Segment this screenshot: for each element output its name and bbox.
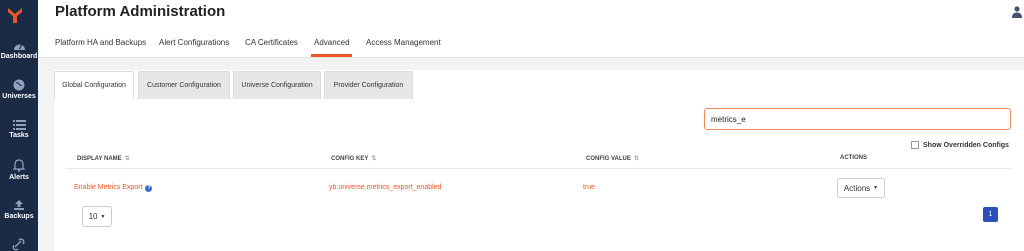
sidebar-item-dashboard[interactable]: Dashboard: [0, 40, 38, 60]
sidebar-item-alerts[interactable]: Alerts: [0, 159, 38, 181]
show-overridden-toggle[interactable]: Show Overridden Configs: [911, 141, 1009, 149]
table-divider: [66, 168, 1011, 169]
tab-universe-configuration[interactable]: Universe Configuration: [233, 71, 321, 99]
sidebar-item-universes[interactable]: Universes: [0, 79, 38, 100]
sidebar-item-label: Dashboard: [0, 53, 38, 60]
link-icon[interactable]: [12, 238, 25, 251]
user-icon[interactable]: [1012, 6, 1022, 18]
table-row-config-value: true: [583, 184, 596, 191]
page-size-dropdown[interactable]: 10 ▼: [82, 206, 112, 227]
tab-alert-configurations[interactable]: Alert Configurations: [159, 38, 229, 47]
caret-down-icon: ▼: [873, 185, 879, 191]
column-header-config-key[interactable]: CONFIG KEY ⇅: [331, 155, 377, 163]
search-input[interactable]: metrics_e: [704, 108, 1011, 130]
show-overridden-checkbox[interactable]: [911, 141, 919, 149]
tab-provider-configuration[interactable]: Provider Configuration: [324, 71, 413, 99]
tab-advanced[interactable]: Advanced: [314, 38, 350, 47]
sidebar-item-label: Universes: [2, 93, 36, 100]
column-header-actions: ACTIONS: [840, 155, 867, 161]
actions-dropdown-button[interactable]: Actions ▼: [837, 178, 885, 198]
table-row-display-name: Enable Metrics Export?: [74, 184, 153, 192]
sort-icon: ⇅: [124, 156, 130, 162]
sidebar-item-label: Tasks: [9, 132, 29, 139]
info-icon[interactable]: ?: [145, 185, 153, 192]
page-title: Platform Administration: [55, 3, 226, 20]
globe-icon: [13, 79, 25, 91]
sidebar-item-tasks[interactable]: Tasks: [0, 119, 38, 139]
show-overridden-label: Show Overridden Configs: [923, 141, 1009, 149]
logo-icon[interactable]: [6, 6, 24, 24]
tab-customer-configuration[interactable]: Customer Configuration: [138, 71, 230, 99]
column-header-display-name[interactable]: DISPLAY NAME ⇅: [77, 155, 130, 163]
bell-icon: [13, 159, 25, 172]
page-button-current[interactable]: 1: [983, 207, 998, 222]
header: Platform Administration: [38, 0, 1024, 58]
table-row-config-key: yb.universe.metrics_export_enabled: [329, 184, 442, 191]
sidebar-item-backups[interactable]: Backups: [0, 199, 38, 220]
tab-ca-certificates[interactable]: CA Certificates: [245, 38, 298, 47]
caret-down-icon: ▼: [100, 213, 106, 220]
sidebar-item-label: Alerts: [9, 174, 29, 181]
tab-platform-ha-backups[interactable]: Platform HA and Backups: [55, 38, 146, 47]
sidebar: Dashboard Universes Tasks Alerts Backups: [0, 0, 38, 251]
upload-icon: [14, 200, 24, 210]
column-header-config-value[interactable]: CONFIG VALUE ⇅: [586, 155, 639, 163]
dashboard-icon: [13, 43, 25, 50]
sidebar-item-label: Backups: [4, 213, 34, 220]
active-tab-indicator: [311, 54, 352, 57]
tab-access-management[interactable]: Access Management: [366, 38, 441, 47]
sort-icon: ⇅: [633, 156, 639, 162]
list-icon: [12, 120, 26, 130]
tab-global-configuration[interactable]: Global Configuration: [54, 71, 134, 99]
sort-icon: ⇅: [371, 156, 377, 162]
